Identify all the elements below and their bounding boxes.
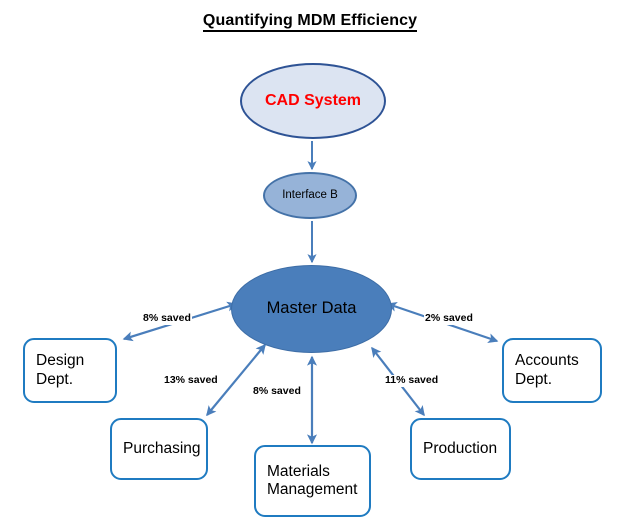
node-design-dept-label: Design Dept. (36, 352, 85, 388)
node-interface-b-label: Interface B (282, 188, 338, 201)
node-accounts-dept-label: Accounts Dept. (515, 352, 579, 388)
node-materials-management[interactable]: Materials Management (254, 445, 371, 517)
node-interface-b[interactable]: Interface B (263, 172, 357, 219)
edge-label-purchasing-savings: 13% saved (163, 374, 219, 387)
node-purchasing[interactable]: Purchasing (110, 418, 208, 480)
edge-label-materials-savings: 8% saved (252, 385, 302, 398)
node-production[interactable]: Production (410, 418, 511, 480)
edge-label-design-savings: 8% saved (142, 312, 192, 325)
edge-label-accounts-savings: 2% saved (424, 312, 474, 325)
edge-label-production-savings: 11% saved (384, 374, 440, 387)
diagram-canvas: Quantifying MDM Efficiency CAD System In… (0, 0, 620, 527)
node-production-label: Production (423, 439, 498, 457)
node-cad-system[interactable]: CAD System (240, 63, 386, 139)
node-materials-management-label: Materials Management (267, 462, 358, 498)
node-master-data[interactable]: Master Data (231, 265, 392, 353)
node-purchasing-label: Purchasing (123, 439, 201, 457)
node-master-data-label: Master Data (266, 299, 357, 318)
node-accounts-dept[interactable]: Accounts Dept. (502, 338, 602, 403)
node-cad-system-label: CAD System (264, 91, 362, 109)
node-design-dept[interactable]: Design Dept. (23, 338, 117, 403)
